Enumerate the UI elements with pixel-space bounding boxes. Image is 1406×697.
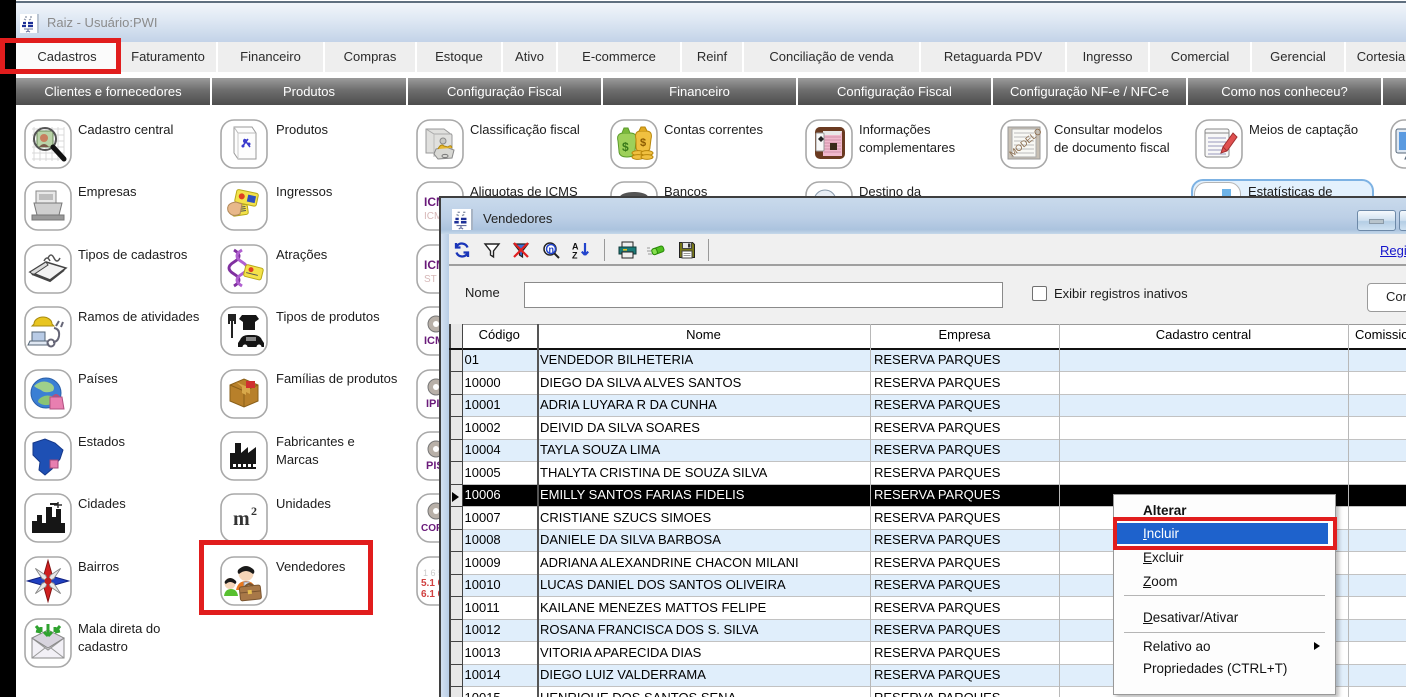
svg-text:$: $ xyxy=(640,137,646,149)
svg-text:$: $ xyxy=(622,140,629,154)
svg-text:2: 2 xyxy=(251,504,257,518)
svg-text:Z: Z xyxy=(572,251,578,260)
svg-text:m: m xyxy=(233,508,250,530)
svg-text:ST: ST xyxy=(424,274,437,285)
svg-text:IPI: IPI xyxy=(426,398,439,410)
svg-text:n: n xyxy=(549,245,555,255)
